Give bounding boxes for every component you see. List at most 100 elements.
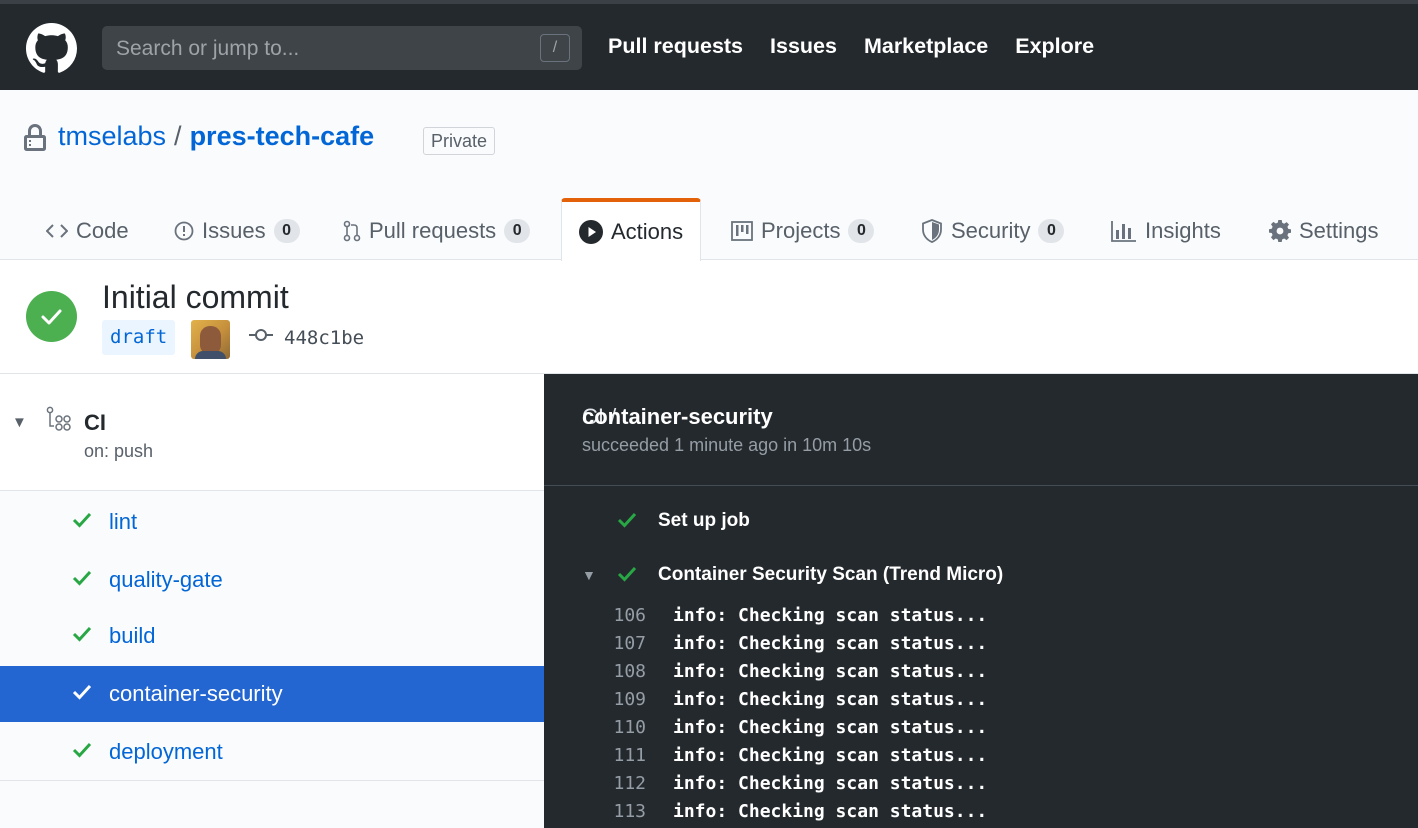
gear-icon	[1269, 220, 1291, 242]
workflow-header: ▼ CI on: push	[0, 374, 544, 491]
tab-settings-label: Settings	[1299, 218, 1379, 243]
check-icon	[72, 512, 92, 528]
log-line-text: info: Checking scan status...	[673, 605, 988, 626]
log-line: 112 info: Checking scan status...	[544, 773, 1418, 801]
tab-actions[interactable]: Actions	[561, 198, 702, 261]
workflow-trigger: on: push	[84, 441, 154, 461]
code-icon	[46, 224, 68, 238]
tab-security-counter: 0	[1038, 219, 1065, 243]
log-line: 111 info: Checking scan status...	[544, 745, 1418, 773]
log-divider	[544, 485, 1418, 486]
check-icon	[617, 512, 637, 528]
search-input[interactable]: Search or jump to... /	[102, 26, 582, 70]
tab-security[interactable]: Security 0	[921, 198, 1065, 260]
github-logo-icon[interactable]	[26, 23, 77, 74]
tab-code-label: Code	[76, 218, 129, 243]
step-name: Set up job	[658, 510, 750, 531]
tab-pull-requests-counter: 0	[504, 219, 531, 243]
tab-issues[interactable]: Issues 0	[174, 198, 300, 260]
run-status-success-icon	[26, 291, 77, 342]
log-line-text: info: Checking scan status...	[673, 689, 988, 710]
nav-issues[interactable]: Issues	[770, 34, 837, 59]
global-header: Search or jump to... / Pull requests Iss…	[0, 0, 1418, 90]
tab-projects[interactable]: Projects 0	[731, 198, 875, 260]
log-line-number[interactable]: 107	[584, 633, 646, 654]
graph-icon	[1111, 221, 1136, 242]
log-line: 109 info: Checking scan status...	[544, 689, 1418, 717]
log-summary: succeeded 1 minute ago in 10m 10s	[582, 435, 872, 455]
log-line: 113 info: Checking scan status...	[544, 801, 1418, 828]
job-item-container-security[interactable]: container-security	[0, 666, 544, 722]
run-header: Initial commit draft 448c1be	[0, 261, 1418, 374]
repo-tabs: Code Issues 0 Pull requests 0 Actions Pr…	[0, 198, 1418, 261]
log-line-number[interactable]: 111	[584, 745, 646, 766]
step-set-up-job[interactable]: Set up job	[544, 507, 1418, 537]
job-label: deployment	[109, 739, 223, 764]
log-title: CI / container-security	[582, 404, 773, 430]
commit-icon	[249, 329, 273, 341]
job-log-panel: CI / container-security succeeded 1 minu…	[544, 374, 1418, 828]
log-line: 107 info: Checking scan status...	[544, 633, 1418, 661]
check-icon	[72, 626, 92, 642]
project-icon	[731, 221, 753, 241]
job-label: build	[109, 623, 156, 648]
tab-projects-counter: 0	[848, 219, 875, 243]
log-line-number[interactable]: 108	[584, 661, 646, 682]
issue-icon	[174, 221, 194, 241]
workflow-sidebar: ▼ CI on: push lint quality-gate build co…	[0, 374, 544, 828]
step-name: Container Security Scan (Trend Micro)	[658, 564, 1004, 585]
expand-caret-icon[interactable]: ▼	[582, 567, 596, 583]
tab-projects-label: Projects	[761, 218, 841, 243]
avatar[interactable]	[191, 320, 230, 359]
log-line-number[interactable]: 109	[584, 689, 646, 710]
repo-title: tmselabs / pres-tech-cafe	[58, 121, 374, 152]
search-shortcut-hint: /	[540, 34, 570, 62]
tab-issues-label: Issues	[202, 218, 266, 243]
commit-sha[interactable]: 448c1be	[284, 327, 364, 349]
log-line-number[interactable]: 110	[584, 717, 646, 738]
log-line-text: info: Checking scan status...	[673, 633, 988, 654]
header-top-strip	[0, 0, 1418, 4]
visibility-badge: Private	[423, 127, 496, 155]
avatar-face	[200, 326, 221, 354]
log-line-number[interactable]: 112	[584, 773, 646, 794]
job-item-deployment[interactable]: deployment	[0, 724, 544, 780]
nav-pull-requests[interactable]: Pull requests	[608, 34, 743, 59]
repo-name-link[interactable]: pres-tech-cafe	[190, 121, 375, 151]
log-line-number[interactable]: 113	[584, 801, 646, 822]
log-line: 110 info: Checking scan status...	[544, 717, 1418, 745]
workflow-name[interactable]: CI	[84, 410, 106, 436]
avatar-shirt	[195, 351, 226, 359]
job-item-quality-gate[interactable]: quality-gate	[0, 552, 544, 608]
check-icon	[41, 309, 62, 325]
collapse-caret-icon[interactable]: ▼	[12, 414, 27, 431]
tab-code[interactable]: Code	[46, 198, 129, 260]
tab-settings[interactable]: Settings	[1269, 198, 1379, 260]
repo-owner-link[interactable]: tmselabs	[58, 121, 166, 151]
check-icon	[617, 566, 637, 582]
log-line-number[interactable]: 106	[584, 605, 646, 626]
log-line-text: info: Checking scan status...	[673, 661, 988, 682]
nav-explore[interactable]: Explore	[1015, 34, 1094, 59]
branch-tag[interactable]: draft	[102, 320, 176, 355]
log-line-text: info: Checking scan status...	[673, 745, 988, 766]
job-list-divider	[0, 780, 544, 781]
tab-insights-label: Insights	[1145, 218, 1221, 243]
job-item-lint[interactable]: lint	[0, 494, 544, 550]
job-label: lint	[109, 509, 138, 534]
tab-pull-requests[interactable]: Pull requests 0	[343, 198, 531, 260]
log-line-text: info: Checking scan status...	[673, 717, 988, 738]
log-line-text: info: Checking scan status...	[673, 801, 988, 822]
workflow-icon	[46, 406, 71, 431]
log-line: 108 info: Checking scan status...	[544, 661, 1418, 689]
nav-marketplace[interactable]: Marketplace	[864, 34, 988, 59]
global-nav: Pull requests Issues Marketplace Explore	[608, 34, 1094, 59]
tab-insights[interactable]: Insights	[1111, 198, 1221, 260]
log-line-text: info: Checking scan status...	[673, 773, 988, 794]
pull-request-icon	[343, 220, 361, 242]
step-container-security-scan[interactable]: ▼ Container Security Scan (Trend Micro)	[544, 561, 1418, 591]
shield-icon	[922, 219, 942, 243]
job-item-build[interactable]: build	[0, 608, 544, 664]
job-label: quality-gate	[109, 567, 223, 592]
tab-issues-counter: 0	[273, 219, 300, 243]
